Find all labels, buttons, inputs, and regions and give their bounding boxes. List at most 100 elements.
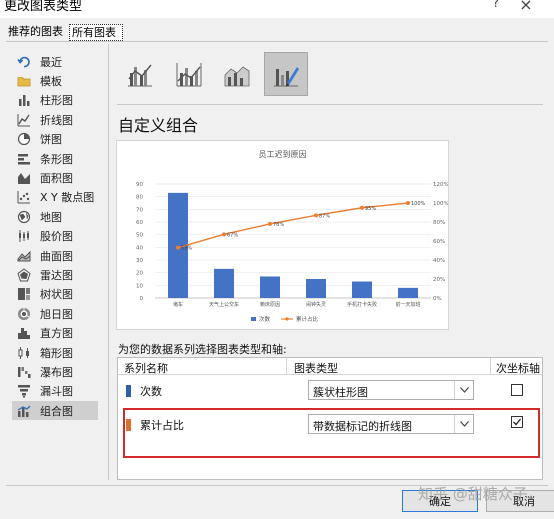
y2-tick-label: 20% [433,277,445,283]
sidebar-item-label: 旭日图 [40,307,73,321]
preview-chart: 员工迟到原因 0 10 20 30 40 50 60 70 80 90 0% 20% 40% 60% 80% 1… [136,150,448,323]
sidebar-item-label: X Y 散点图 [40,191,95,205]
sidebar-item-histogram-chart[interactable]: 直方图 [12,324,98,343]
sidebar-item-label: 曲面图 [40,249,73,263]
clustered-column-line-secondary-icon[interactable] [167,52,211,96]
sidebar-item-label: 面积图 [40,171,73,185]
series-table: 系列名称 图表类型 次坐标轴 次数 簇状柱形图 累计占比 带数据标记的折线图 [117,357,543,480]
sidebar-item-stock-chart[interactable]: 股价图 [12,227,98,246]
y2-tick-label: 120% [433,182,448,188]
secondary-axis-checkbox[interactable] [511,384,523,396]
clustered-column-line-icon[interactable] [118,52,162,96]
sidebar-item-waterfall-chart[interactable]: 瀑布图 [12,362,98,381]
y-tick-label: 30 [136,258,143,264]
sidebar-item-recent[interactable]: 最近 [12,52,98,71]
sidebar-item-label: 瀑布图 [40,365,73,379]
sidebar-item-label: 股价图 [40,230,73,244]
help-button[interactable]: ? [490,0,502,11]
line-marker [176,245,180,250]
sidebar-item-column-chart[interactable]: 柱形图 [12,91,98,110]
header-separator [490,358,491,375]
legend-label: 次数 [259,315,271,323]
sidebar-item-pie-chart[interactable]: 饼图 [12,130,98,149]
sidebar-item-label: 模板 [40,74,62,88]
line-marker [360,205,364,210]
legend-marker [285,317,289,321]
sidebar-item-boxwhisker-chart[interactable]: 箱形图 [12,343,98,362]
bar-mark [306,279,326,298]
y-tick-label: 10 [136,283,143,289]
chevron-down-icon[interactable] [454,381,473,399]
bar-chart-icon [17,152,31,166]
x-tick-label: 手机打卡失败 [347,301,377,308]
y-tick-label: 50 [136,233,143,239]
sidebar-item-scatter-chart[interactable]: X Y 散点图 [12,188,98,207]
stacked-area-column-icon[interactable] [215,52,259,96]
chart-type-dropdown[interactable]: 簇状柱形图 [308,380,474,400]
header-divider [118,374,542,375]
sidebar-item-funnel-chart[interactable]: 漏斗图 [12,382,98,401]
sidebar-item-surface-chart[interactable]: 曲面图 [12,246,98,265]
sidebar-item-sunburst-chart[interactable]: 旭日图 [12,304,98,323]
line-marker [268,221,272,226]
x-tick-label: 闹钟失灵 [306,301,326,308]
title-bar: 更改图表类型 ? × [0,0,554,18]
sidebar-item-label: 直方图 [40,327,73,341]
line-chart-icon [17,113,31,127]
line-marker [314,213,318,218]
histogram-chart-icon [17,326,31,340]
sidebar-item-bar-chart[interactable]: 条形图 [12,149,98,168]
sidebar-item-label: 雷达图 [40,268,73,282]
folder-icon [17,74,31,88]
combo-chart-icon [17,404,31,418]
y2-tick-label: 100% [433,201,448,207]
sidebar-item-label: 树状图 [40,288,73,302]
sidebar-item-label: 条形图 [40,152,73,166]
data-label: 78% [273,222,284,228]
bar-mark [214,268,234,298]
sunburst-chart-icon [17,307,31,321]
y2-tick-label: 80% [433,220,445,226]
tab-all-charts[interactable]: 所有图表 [69,24,123,41]
sidebar-item-combo-chart[interactable]: 组合图 [12,401,98,421]
boxwhisker-chart-icon [17,346,31,360]
custom-combination-icon[interactable] [263,52,308,96]
surface-chart-icon [17,249,31,263]
line-marker [406,201,410,205]
sidebar-item-radar-chart[interactable]: 雷达图 [12,265,98,284]
sidebar-item-area-chart[interactable]: 面积图 [12,168,98,187]
section-heading: 自定义组合 [118,116,199,135]
header-separator [286,358,287,375]
sidebar-item-line-chart[interactable]: 折线图 [12,110,98,129]
map-chart-icon [17,210,31,224]
funnel-chart-icon [17,384,31,398]
x-tick-label: 天气上公交车 [209,301,239,308]
sidebar-item-folder[interactable]: 模板 [12,71,98,90]
area-chart-icon [17,171,31,185]
sidebar-item-label: 折线图 [40,113,73,127]
x-tick-label: 前一天加班 [395,301,420,308]
waterfall-chart-icon [17,365,31,379]
highlight-box [123,408,540,458]
stock-chart-icon [17,229,31,243]
subtype-divider [117,104,543,105]
x-tick-label: 赖床原因 [260,301,280,308]
sidebar-item-label: 最近 [40,55,62,69]
bar-mark [398,287,418,298]
y-tick-label: 80 [136,195,143,201]
pie-chart-icon [17,132,31,146]
line-marker [222,232,226,237]
chart-type-value: 簇状柱形图 [313,386,368,399]
sidebar-item-map-chart[interactable]: 地图 [12,207,98,226]
window-title: 更改图表类型 [4,0,83,14]
y2-tick-label: 0% [433,296,442,302]
close-button[interactable]: × [519,0,533,14]
bar-mark [352,281,372,298]
sidebar-item-label: 箱形图 [40,346,73,360]
tab-recommended-charts[interactable]: 推荐的图表 [6,24,68,41]
y-tick-label: 60 [136,220,143,226]
sidebar-item-treemap-chart[interactable]: 树状图 [12,285,98,304]
data-label: 100% [411,201,426,207]
y-tick-label: 70 [136,207,143,213]
chart-preview: 员工迟到原因 0 10 20 30 40 50 60 70 80 90 0% 20% 40% 60% 80% 1… [116,140,449,330]
